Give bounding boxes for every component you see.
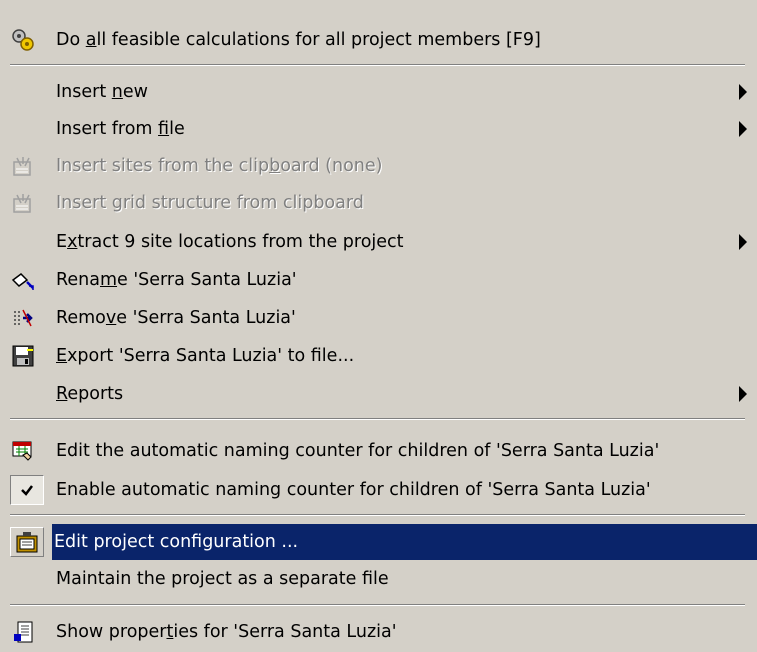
menu-item-label: Export 'Serra Santa Luzia' to file...: [56, 346, 355, 366]
menu-item-edit-project-configuration[interactable]: Edit project configuration ...: [52, 524, 757, 560]
menu-item-label: Insert from file: [56, 119, 185, 139]
menu-item-label: Edit project configuration ...: [54, 532, 299, 552]
menu-item-rename[interactable]: Rename 'Serra Santa Luzia': [4, 262, 757, 298]
menu-item-label: Reports: [56, 384, 124, 404]
menu-item-remove[interactable]: Remove 'Serra Santa Luzia': [4, 300, 757, 336]
menu-item-calculate-all[interactable]: Do all feasible calculations for all pro…: [4, 22, 757, 58]
submenu-arrow-icon: [739, 386, 747, 402]
counter-icon: [11, 439, 35, 463]
config-icon: [10, 527, 44, 557]
menu-item-label: Edit the automatic naming counter for ch…: [56, 441, 660, 461]
gears-icon: [11, 28, 35, 52]
menu-separator: [10, 514, 745, 516]
menu-item-reports[interactable]: Reports: [4, 376, 757, 412]
rename-icon: [11, 268, 35, 292]
submenu-arrow-icon: [739, 84, 747, 100]
menu-item-label: Show properties for 'Serra Santa Luzia': [56, 622, 397, 642]
menu-item-insert-from-file[interactable]: Insert from file: [4, 111, 757, 147]
properties-icon: [11, 620, 35, 644]
menu-separator: [10, 604, 745, 606]
menu-separator: [10, 418, 745, 420]
export-icon: [11, 344, 35, 368]
menu-item-insert-sites-clipboard[interactable]: Insert sites from the clipboard (none): [4, 148, 757, 184]
menu-item-label: Remove 'Serra Santa Luzia': [56, 308, 296, 328]
submenu-arrow-icon: [739, 121, 747, 137]
menu-item-maintain-separate-file[interactable]: Maintain the project as a separate file: [4, 561, 757, 597]
menu-item-label: Insert grid structure from clipboard: [56, 193, 364, 213]
menu-item-label: Maintain the project as a separate file: [56, 569, 389, 589]
paste-grid-icon: [11, 191, 35, 215]
menu-item-export[interactable]: Export 'Serra Santa Luzia' to file...: [4, 338, 757, 374]
menu-item-enable-naming-counter[interactable]: Enable automatic naming counter for chil…: [4, 472, 757, 508]
menu-item-label: Enable automatic naming counter for chil…: [56, 480, 651, 500]
checkmark-icon: [21, 485, 33, 496]
menu-item-insert-new[interactable]: Insert new: [4, 74, 757, 110]
menu-item-extract-sites[interactable]: Extract 9 site locations from the projec…: [4, 224, 757, 260]
submenu-arrow-icon: [739, 234, 747, 250]
menu-item-insert-grid-clipboard[interactable]: Insert grid structure from clipboard: [4, 185, 757, 221]
paste-sites-icon: [11, 154, 35, 178]
menu-item-label: Insert sites from the clipboard (none): [56, 156, 383, 176]
menu-item-label: Extract 9 site locations from the projec…: [56, 232, 404, 252]
menu-item-label: Insert new: [56, 82, 148, 102]
menu-item-edit-naming-counter[interactable]: Edit the automatic naming counter for ch…: [4, 432, 757, 470]
menu-item-show-properties[interactable]: Show properties for 'Serra Santa Luzia': [4, 614, 757, 650]
remove-icon: [11, 306, 35, 330]
menu-item-label: Rename 'Serra Santa Luzia': [56, 270, 297, 290]
menu-separator: [10, 64, 745, 66]
checkbox-checked: [10, 475, 44, 505]
menu-item-label: Do all feasible calculations for all pro…: [56, 30, 541, 50]
context-menu: Do all feasible calculations for all pro…: [0, 0, 757, 652]
